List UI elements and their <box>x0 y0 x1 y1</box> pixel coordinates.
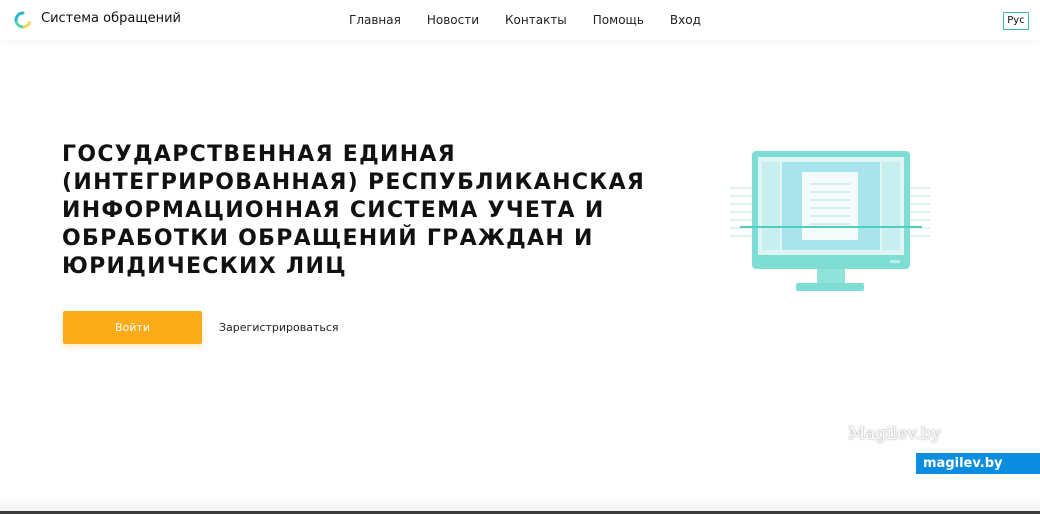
register-link[interactable]: Зарегистрироваться <box>219 321 339 334</box>
watermark-badge: magilev.by <box>916 453 1040 474</box>
nav-item-news[interactable]: Новости <box>427 13 479 27</box>
monitor-document-icon <box>730 151 930 291</box>
language-switch[interactable]: Рус <box>1003 12 1029 30</box>
watermark-overlay-text: Magilev.by <box>848 424 941 444</box>
nav-item-login[interactable]: Вход <box>670 13 701 27</box>
nav-item-contacts[interactable]: Контакты <box>505 13 567 27</box>
bottom-fade <box>0 495 1040 511</box>
hero-title: Государственная единая (интегрированная)… <box>62 142 646 279</box>
site-header: Система обращений Главная Новости Контак… <box>0 0 1040 40</box>
brand-title[interactable]: Система обращений <box>41 11 181 26</box>
page: Система обращений Главная Новости Контак… <box>0 0 1040 514</box>
nav-item-help[interactable]: Помощь <box>593 13 644 27</box>
nav-item-home[interactable]: Главная <box>349 13 401 27</box>
login-button[interactable]: Войти <box>63 311 202 344</box>
main-nav: Главная Новости Контакты Помощь Вход <box>349 13 727 27</box>
ring-logo-icon[interactable] <box>14 11 32 29</box>
